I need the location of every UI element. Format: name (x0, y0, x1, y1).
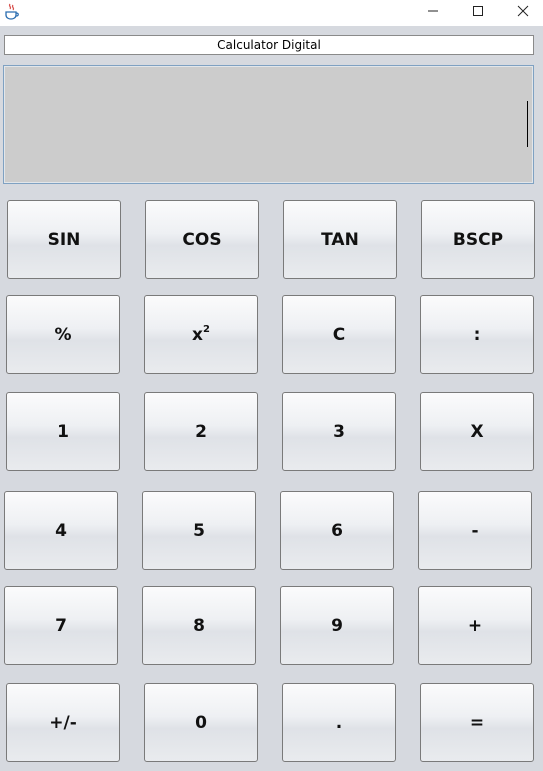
divide-button[interactable]: : (420, 295, 534, 374)
minimize-button[interactable] (410, 0, 456, 22)
digit-8-button[interactable]: 8 (142, 586, 256, 665)
plus-button[interactable]: + (418, 586, 532, 665)
maximize-button[interactable] (455, 0, 501, 22)
sin-button[interactable]: SIN (7, 200, 121, 279)
minus-button[interactable]: - (418, 491, 532, 570)
java-coffee-icon (4, 3, 20, 21)
maximize-icon (472, 5, 484, 17)
backspace-button[interactable]: BSCP (421, 200, 535, 279)
digit-7-button[interactable]: 7 (4, 586, 118, 665)
close-icon (517, 5, 529, 17)
window-titlebar (0, 0, 543, 26)
digit-9-button[interactable]: 9 (280, 586, 394, 665)
digit-2-button[interactable]: 2 (144, 392, 258, 471)
tan-button[interactable]: TAN (283, 200, 397, 279)
digit-5-button[interactable]: 5 (142, 491, 256, 570)
digit-0-button[interactable]: 0 (144, 683, 258, 762)
digit-1-button[interactable]: 1 (6, 392, 120, 471)
title-field[interactable] (4, 35, 534, 55)
text-caret (527, 101, 528, 147)
minimize-icon (427, 5, 439, 17)
calculator-display[interactable] (3, 65, 534, 184)
square-base: x (192, 324, 203, 345)
negate-button[interactable]: +/- (6, 683, 120, 762)
digit-3-button[interactable]: 3 (282, 392, 396, 471)
multiply-button[interactable]: X (420, 392, 534, 471)
decimal-point-button[interactable]: . (282, 683, 396, 762)
equals-button[interactable]: = (420, 683, 534, 762)
square-exponent: 2 (203, 324, 210, 335)
cos-button[interactable]: COS (145, 200, 259, 279)
digit-6-button[interactable]: 6 (280, 491, 394, 570)
square-button[interactable]: x2 (144, 295, 258, 374)
digit-4-button[interactable]: 4 (4, 491, 118, 570)
close-button[interactable] (500, 0, 543, 22)
percent-button[interactable]: % (6, 295, 120, 374)
clear-button[interactable]: C (282, 295, 396, 374)
